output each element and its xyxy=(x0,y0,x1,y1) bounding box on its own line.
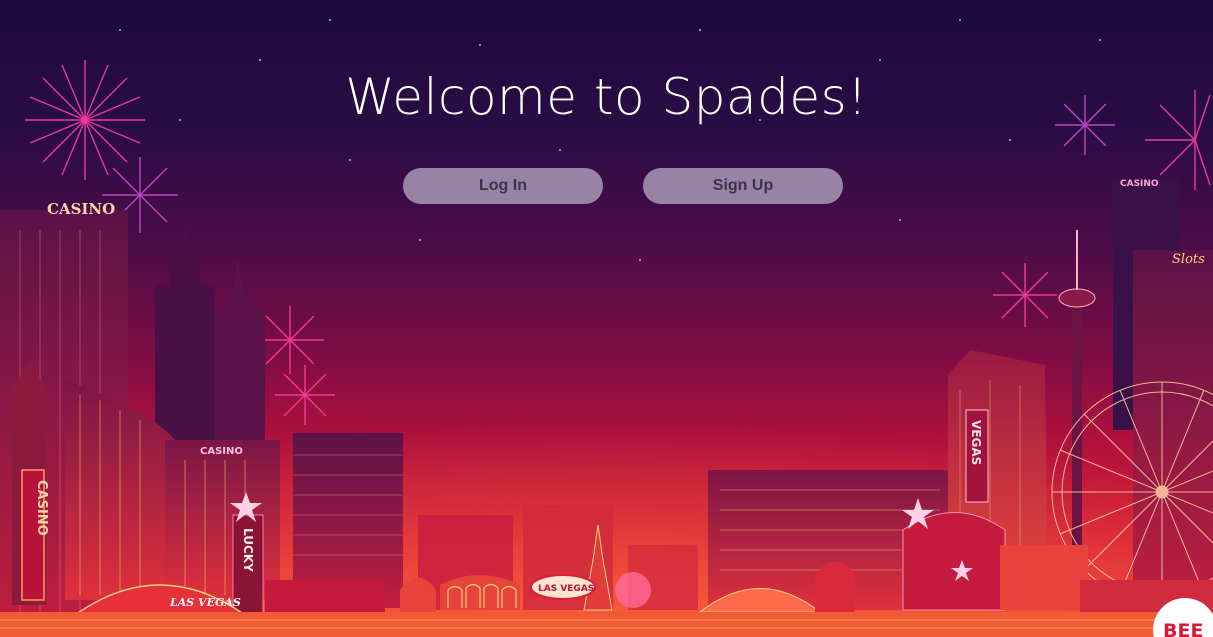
casino-tower-sign: CASINO xyxy=(1120,179,1159,189)
casino-sign: CASINO xyxy=(47,200,115,218)
casino-small-sign: CASINO xyxy=(200,446,243,457)
bee-badge-text: BEE xyxy=(1163,620,1203,637)
casino-vertical-sign: CASINO xyxy=(34,480,49,536)
lucky-sign: LUCKY xyxy=(241,528,255,572)
stars xyxy=(119,19,1101,261)
clock-tower-left: CASINO xyxy=(12,360,49,605)
login-button[interactable]: Log In xyxy=(403,168,603,204)
welcome-title: Welcome to Spades! xyxy=(345,68,868,126)
vegas-tower-sign: VEGAS xyxy=(969,420,983,465)
art-deco-tower xyxy=(155,225,265,440)
las-vegas-dome-sign: LAS VEGAS xyxy=(169,596,241,609)
signup-button[interactable]: Sign Up xyxy=(643,168,843,204)
login-screen: CASINO CASINO CASINO LUCKY LAS VEGAS VEG… xyxy=(0,0,1213,637)
las-vegas-sign: LAS VEGAS xyxy=(538,584,594,594)
slots-sign: Slots xyxy=(1172,252,1205,267)
